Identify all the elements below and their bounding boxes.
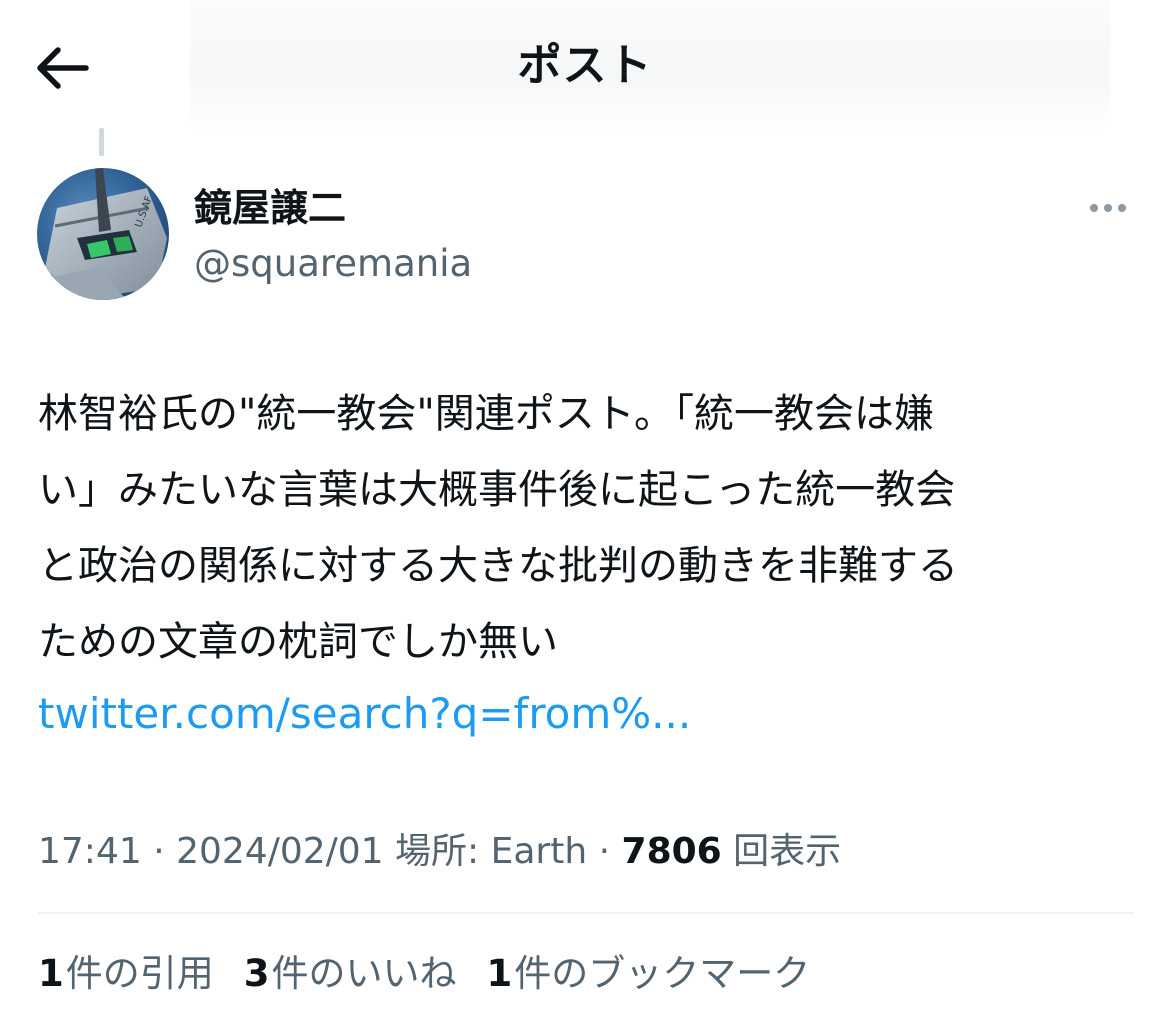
likes-stat[interactable]: 3件のいいね [244,946,457,1002]
quotes-label: 件の引用 [65,952,214,995]
tweet-link[interactable]: twitter.com/search?q=from%... [38,678,691,750]
tweet-text-line: い」みたいな言葉は大概事件後に起こった統一教会 [38,467,956,513]
tweet-meta: 17:41 · 2024/02/01 場所: Earth · 7806 回表示 [38,826,841,878]
avatar[interactable]: U.S.AF [37,168,169,300]
top-bar: ポスト [0,0,1170,132]
post-time[interactable]: 17:41 [38,831,142,872]
divider [38,912,1134,914]
bookmarks-stat[interactable]: 1件のブックマーク [487,946,811,1002]
ellipsis-icon [1118,204,1126,212]
back-button[interactable] [30,38,94,98]
likes-count: 3 [243,952,270,995]
thread-line [99,128,104,156]
more-options-button[interactable] [1078,188,1138,228]
bookmarks-label: 件のブックマーク [514,952,811,995]
views-label: 回表示 [733,831,842,872]
page-title: ポスト [517,40,653,91]
tweet-text-line: 林智裕氏の"統一教会"関連ポスト。「統一教会は嫌 [38,391,934,437]
author-name[interactable]: 鏡屋譲二 [194,180,346,236]
tweet-text-line: ための文章の枕詞でしか無い [38,619,558,665]
likes-label: 件のいいね [271,952,457,995]
bookmarks-count: 1 [486,952,513,995]
quotes-stat[interactable]: 1件の引用 [38,946,214,1002]
aircraft-avatar-icon: U.S.AF [37,168,169,300]
tweet-text: 林智裕氏の"統一教会"関連ポスト。「統一教会は嫌 い」みたいな言葉は大概事件後に… [38,376,1138,680]
quotes-count: 1 [38,952,64,995]
meta-separator: · [141,831,177,872]
views-count: 7806 [621,831,722,872]
ellipsis-icon [1090,204,1098,212]
author-handle[interactable]: @squaremania [194,238,472,290]
arrow-left-icon [37,47,89,89]
ellipsis-icon [1104,204,1112,212]
engagement-stats: 1件の引用 3件のいいね 1件のブックマーク [38,946,810,1002]
post-location: 場所: Earth [395,831,588,872]
post-date[interactable]: 2024/02/01 [176,831,384,872]
meta-separator: · [587,831,622,872]
tweet-text-line: と政治の関係に対する大きな批判の動きを非難する [38,543,958,589]
